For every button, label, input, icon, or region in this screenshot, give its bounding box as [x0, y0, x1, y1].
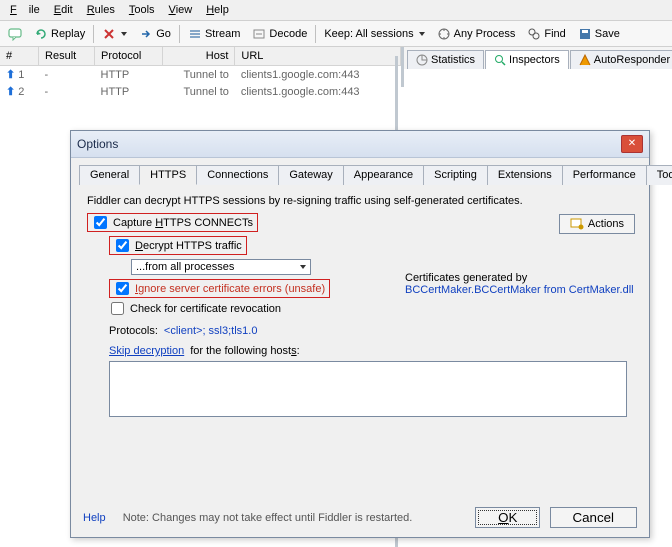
upload-icon: ⬆: [6, 69, 15, 81]
protocols-value[interactable]: <client>; ssl3;tls1.0: [164, 325, 258, 337]
revocation-label: Check for certificate revocation: [130, 303, 281, 315]
keep-dropdown[interactable]: Keep: All sessions: [320, 26, 428, 42]
table-row[interactable]: ⬆ 1 - HTTP Tunnel to clients1.google.com…: [0, 66, 401, 84]
upload-icon: ⬆: [6, 86, 15, 98]
actions-button[interactable]: Actions: [559, 214, 635, 234]
titlebar: Options ✕: [71, 131, 649, 158]
tab-inspectors[interactable]: Inspectors: [485, 50, 569, 69]
capture-checkbox[interactable]: [94, 216, 107, 229]
panel-description: Fiddler can decrypt HTTPS sessions by re…: [87, 195, 633, 207]
stream-button[interactable]: Stream: [184, 25, 244, 43]
tab-autoresponder[interactable]: AutoResponder: [570, 50, 672, 69]
main-area: # Result Protocol Host URL ⬆ 1 - HTTP Tu…: [0, 47, 672, 87]
menubar: File Edit Rules Tools View Help: [0, 0, 672, 21]
col-host[interactable]: Host: [162, 47, 235, 66]
decrypt-label: Decrypt HTTPS traffic: [135, 240, 242, 252]
tab-performance[interactable]: Performance: [562, 165, 647, 185]
processes-dropdown[interactable]: ...from all processes: [131, 259, 311, 275]
tab-appearance[interactable]: Appearance: [343, 165, 424, 185]
menu-file[interactable]: File: [4, 2, 46, 18]
remove-button[interactable]: [98, 25, 131, 43]
col-url[interactable]: URL: [235, 47, 401, 66]
tab-scripting[interactable]: Scripting: [423, 165, 488, 185]
capture-label: Capture HTTPS CONNECTs: [113, 217, 253, 229]
find-button[interactable]: Find: [523, 25, 569, 43]
ignore-label: Ignore server certificate errors (unsafe…: [135, 283, 325, 295]
tab-extensions[interactable]: Extensions: [487, 165, 563, 185]
close-button[interactable]: ✕: [621, 135, 643, 153]
menu-edit[interactable]: Edit: [48, 2, 79, 18]
tab-gateway[interactable]: Gateway: [278, 165, 343, 185]
tab-https[interactable]: HTTPS: [139, 165, 197, 185]
capture-highlight: Capture HTTPS CONNECTs: [87, 213, 258, 232]
tab-connections[interactable]: Connections: [196, 165, 279, 185]
sessions-panel: # Result Protocol Host URL ⬆ 1 - HTTP Tu…: [0, 47, 404, 87]
decrypt-checkbox[interactable]: [116, 239, 129, 252]
comment-button[interactable]: [4, 25, 26, 43]
tab-general[interactable]: General: [79, 165, 140, 185]
ignore-checkbox[interactable]: [116, 282, 129, 295]
toolbar: Replay Go Stream Decode Keep: All sessio…: [0, 21, 672, 47]
replay-button[interactable]: Replay: [30, 25, 89, 43]
col-num[interactable]: #: [0, 47, 39, 66]
options-dialog: Options ✕ General HTTPS Connections Gate…: [70, 130, 650, 538]
revocation-checkbox[interactable]: [111, 302, 124, 315]
skip-decryption-link[interactable]: Skip decryption: [109, 345, 184, 357]
menu-help[interactable]: Help: [200, 2, 235, 18]
options-tabs: General HTTPS Connections Gateway Appear…: [79, 164, 641, 185]
go-button[interactable]: Go: [135, 25, 175, 43]
skip-suffix: for the following hosts:: [190, 345, 299, 357]
cancel-button[interactable]: Cancel: [550, 507, 638, 528]
certificate-icon: [570, 217, 584, 231]
menu-rules[interactable]: Rules: [81, 2, 121, 18]
menu-tools[interactable]: Tools: [123, 2, 161, 18]
chevron-down-icon: [300, 265, 306, 269]
menu-view[interactable]: View: [163, 2, 199, 18]
help-link[interactable]: Help: [83, 512, 106, 524]
ok-button[interactable]: OK: [475, 507, 540, 528]
hosts-textarea[interactable]: [109, 361, 627, 417]
decrypt-highlight: Decrypt HTTPS traffic: [109, 236, 247, 255]
save-button[interactable]: Save: [574, 25, 624, 43]
tab-tools[interactable]: Tools: [646, 165, 672, 185]
cert-link[interactable]: BCCertMaker.BCCertMaker from CertMaker.d…: [405, 284, 635, 296]
decode-button[interactable]: Decode: [248, 25, 311, 43]
dialog-footer: Help Note: Changes may not take effect u…: [83, 507, 637, 528]
process-dropdown[interactable]: Any Process: [433, 25, 520, 43]
ignore-highlight: Ignore server certificate errors (unsafe…: [109, 279, 330, 298]
restart-note: Note: Changes may not take effect until …: [123, 512, 413, 524]
col-result[interactable]: Result: [39, 47, 95, 66]
protocols-label: Protocols:: [109, 325, 158, 337]
https-panel: Fiddler can decrypt HTTPS sessions by re…: [79, 191, 641, 421]
dialog-title: Options: [77, 137, 118, 151]
cert-info: Certificates generated by BCCertMaker.BC…: [405, 272, 635, 296]
col-protocol[interactable]: Protocol: [95, 47, 163, 66]
table-row[interactable]: ⬆ 2 - HTTP Tunnel to clients1.google.com…: [0, 83, 401, 100]
right-panel: Statistics Inspectors AutoResponder: [404, 47, 672, 87]
tab-statistics[interactable]: Statistics: [407, 50, 484, 69]
